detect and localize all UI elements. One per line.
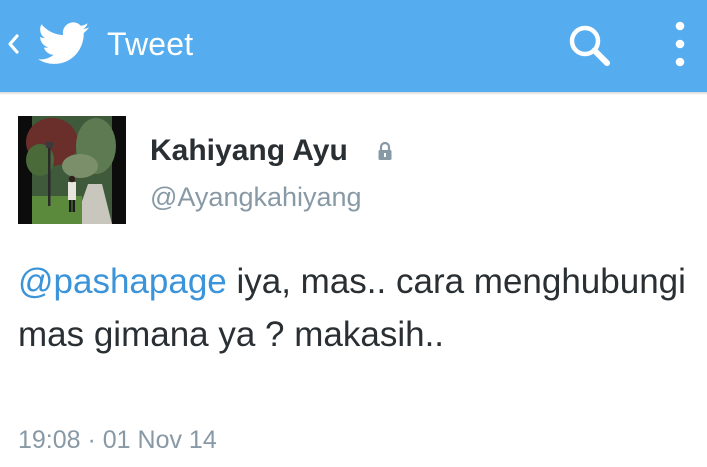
author-handle[interactable]: @Ayangkahiyang (150, 180, 362, 214)
top-app-bar: Tweet (0, 0, 707, 92)
tweet-text: @pashapage iya, mas.. cara menghubungi m… (18, 255, 688, 361)
tweet-timestamp: 19:08 · 01 Nov 14 (18, 426, 217, 454)
avatar[interactable] (18, 116, 126, 224)
mention-link[interactable]: @pashapage (18, 262, 227, 301)
chevron-left-icon[interactable] (4, 26, 22, 62)
header-divider (0, 92, 707, 95)
search-icon[interactable] (566, 22, 614, 68)
vertical-dots-icon[interactable] (668, 20, 692, 70)
lock-icon (377, 141, 393, 161)
twitter-bird-icon[interactable] (38, 22, 90, 66)
page-title: Tweet (107, 26, 194, 62)
author-display-name[interactable]: Kahiyang Ayu (150, 132, 348, 170)
